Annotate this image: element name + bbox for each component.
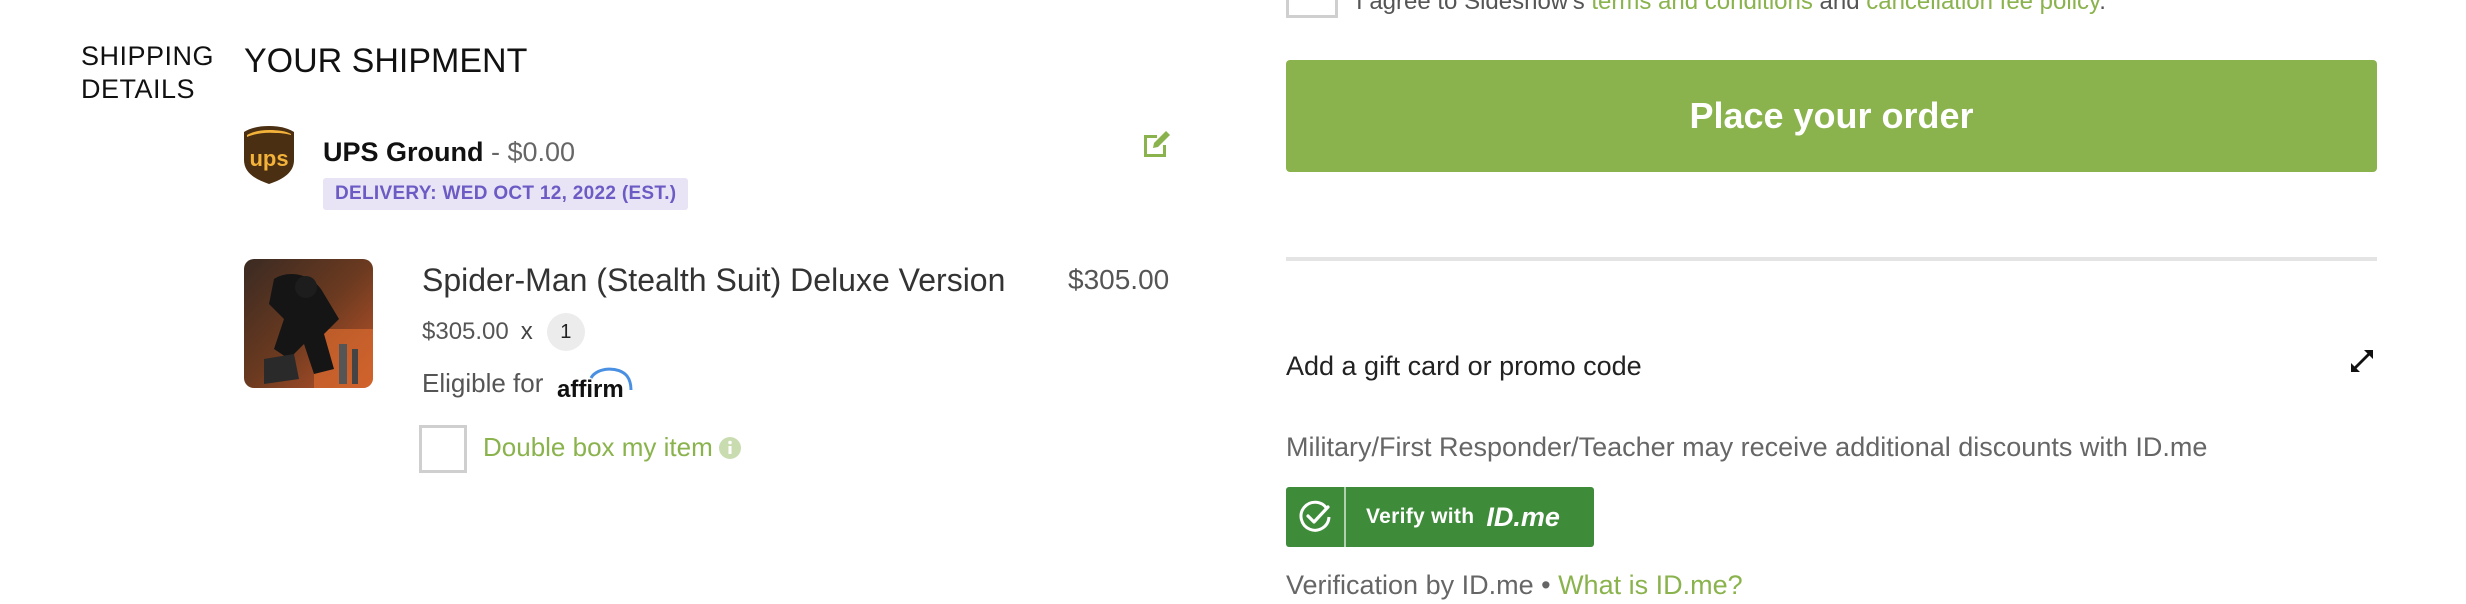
product-image[interactable]	[244, 259, 373, 388]
svg-text:affirm: affirm	[557, 376, 624, 402]
terms-checkbox[interactable]	[1286, 0, 1338, 18]
verify-with-label: Verify with	[1366, 505, 1475, 528]
shipping-method-name: UPS Ground	[323, 137, 484, 167]
terms-link[interactable]: terms and conditions	[1591, 0, 1812, 15]
affirm-eligibility: Eligible for affirm	[422, 364, 635, 403]
shipping-method-price: - $0.00	[483, 137, 576, 167]
price-quantity-line: $305.00 x 1	[422, 313, 585, 351]
shipment-title: YOUR SHIPMENT	[244, 42, 528, 80]
terms-agreement: I agree to Sideshow's terms and conditio…	[1356, 0, 2106, 16]
divider	[1286, 257, 2377, 261]
place-order-button[interactable]: Place your order	[1286, 60, 2377, 172]
product-total-price: $305.00	[1068, 264, 1170, 295]
what-is-idme-link[interactable]: What is ID.me?	[1558, 570, 1743, 600]
idme-verification-line: Verification by ID.me • What is ID.me?	[1286, 570, 1743, 600]
double-box-checkbox[interactable]	[419, 425, 467, 473]
expand-icon[interactable]	[2348, 347, 2376, 375]
idme-discount-text: Military/First Responder/Teacher may rec…	[1286, 432, 2208, 462]
edit-icon[interactable]	[1139, 127, 1173, 161]
cancellation-policy-link[interactable]: cancellation fee policy	[1866, 0, 2099, 15]
ups-logo-icon: ups	[242, 124, 296, 186]
unit-price: $305.00	[422, 318, 509, 345]
shipping-method: UPS Ground - $0.00	[323, 137, 575, 168]
info-icon[interactable]	[718, 436, 742, 460]
idme-logo: ID.me	[1486, 501, 1560, 532]
eligible-label: Eligible for	[422, 367, 544, 398]
affirm-logo-icon: affirm	[557, 364, 635, 403]
quantity-badge: 1	[546, 313, 585, 351]
svg-text:ups: ups	[249, 146, 288, 171]
delivery-estimate-badge: DELIVERY: WED OCT 12, 2022 (EST.)	[323, 178, 689, 210]
verify-idme-button[interactable]: Verify with ID.me	[1286, 487, 1594, 547]
shipping-details-label: SHIPPING DETAILS	[81, 41, 215, 104]
verified-check-icon	[1286, 487, 1346, 547]
promo-code-label[interactable]: Add a gift card or promo code	[1286, 351, 1642, 382]
times-sign: x	[520, 318, 533, 345]
product-name[interactable]: Spider-Man (Stealth Suit) Deluxe Version	[422, 262, 1005, 299]
double-box-label[interactable]: Double box my item	[483, 432, 713, 463]
